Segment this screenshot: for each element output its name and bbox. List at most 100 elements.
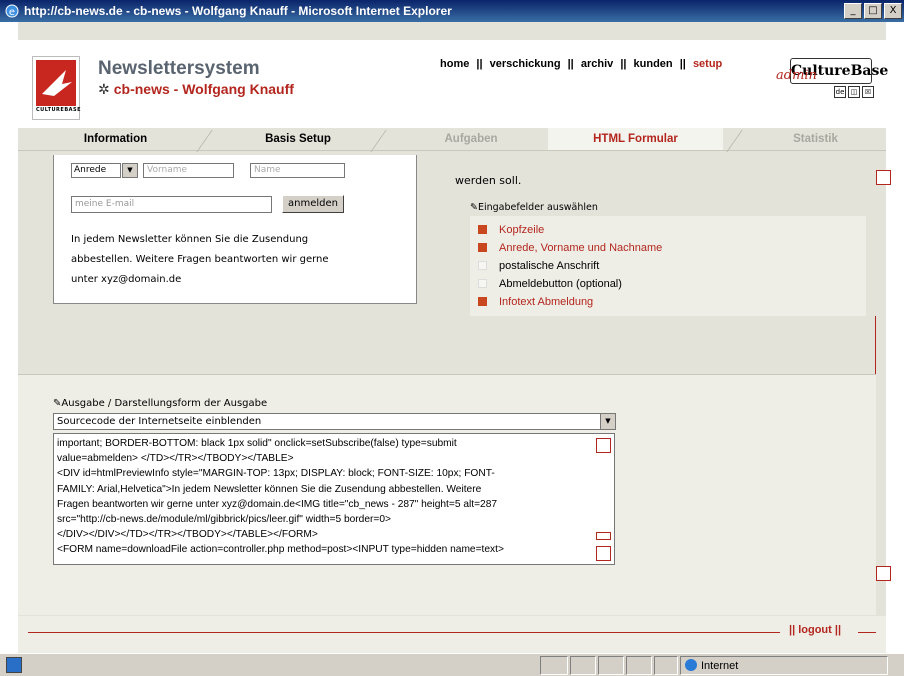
anrede-value: Anrede <box>74 165 107 175</box>
browser-page: CULTUREBASE Newslettersystem ✲ cb-news - … <box>0 22 904 653</box>
window-icon[interactable]: ◫ <box>848 86 860 98</box>
source-line: </DIV></DIV></TD></TR></TBODY></TABLE></… <box>57 529 318 541</box>
option-abmeldebutton[interactable]: Abmeldebutton (optional) <box>478 278 622 290</box>
nav-separator: || <box>679 58 686 70</box>
language-de-button[interactable]: de <box>834 86 846 98</box>
output-mode-select[interactable]: Sourcecode der Internetseite einblenden … <box>53 413 616 430</box>
nav-separator: || <box>620 58 627 70</box>
source-line: Fragen beantworten wir gerne unter xyz@d… <box>57 498 498 510</box>
tab-divider <box>196 130 213 152</box>
option-kopfzeile[interactable]: Kopfzeile <box>478 224 544 236</box>
option-postalische-anschrift[interactable]: postalische Anschrift <box>478 260 599 272</box>
window-title: http://cb-news.de - cb-news - Wolfgang K… <box>24 4 452 18</box>
vorname-field[interactable]: Vorname <box>143 163 234 178</box>
chevron-down-icon[interactable]: ▼ <box>122 163 138 178</box>
name-field[interactable]: Name <box>250 163 345 178</box>
info-line: unter xyz@domain.de <box>71 274 182 285</box>
tab-basis-setup[interactable]: Basis Setup <box>223 128 373 150</box>
checkbox-unchecked[interactable] <box>478 279 487 288</box>
eingabefelder-label: Eingabefelder auswählen <box>477 202 598 213</box>
nav-verschickung[interactable]: verschickung <box>490 58 561 70</box>
culturebase-admin-logo: CultureBase admin de ◫ ☒ <box>776 58 888 104</box>
tab-divider <box>726 130 743 152</box>
zone-label: Internet <box>701 660 739 672</box>
status-bar: Internet <box>0 653 904 676</box>
app-frame: CULTUREBASE Newslettersystem ✲ cb-news - … <box>18 22 891 653</box>
status-cell <box>626 656 652 675</box>
checkbox-checked[interactable] <box>478 297 487 306</box>
anmelden-button[interactable]: anmelden <box>282 195 344 213</box>
checkbox-unchecked[interactable] <box>478 261 487 270</box>
internet-explorer-icon: e <box>5 4 19 18</box>
culturebase-logo[interactable]: CULTUREBASE <box>32 56 82 120</box>
nav-kunden[interactable]: kunden <box>634 58 673 70</box>
scroll-up-marker[interactable] <box>596 438 611 453</box>
anrede-select[interactable]: Anrede ▼ <box>71 163 138 178</box>
info-line: In jedem Newsletter können Sie die Zusen… <box>71 234 309 245</box>
close-button[interactable]: X <box>884 3 902 19</box>
window-title-bar[interactable]: e http://cb-news.de - cb-news - Wolfgang… <box>0 0 904 22</box>
source-code-text: important; BORDER-BOTTOM: black 1px soli… <box>57 436 582 558</box>
maximize-button[interactable]: □ <box>864 3 882 19</box>
scroll-marker[interactable] <box>876 170 891 185</box>
source-line: <FORM name=downloadFile action=controlle… <box>57 544 504 556</box>
info-line: abbestellen. Weitere Fragen beantworten … <box>71 254 329 265</box>
form-preview: Anrede ▼ Vorname Name meine E-mail anmel… <box>53 155 417 304</box>
nav-archiv[interactable]: archiv <box>581 58 613 70</box>
tab-html-formular[interactable]: HTML Formular <box>548 128 723 150</box>
ausgabe-heading: ✎Ausgabe / Darstellungsform der Ausgabe <box>53 398 267 409</box>
scroll-thumb[interactable] <box>596 532 611 540</box>
description-text: werden soll. <box>455 174 522 187</box>
chevron-down-icon[interactable]: ▼ <box>600 414 615 429</box>
ausgabe-label: Ausgabe / Darstellungsform der Ausgabe <box>61 398 268 409</box>
logo-graphic <box>36 60 76 106</box>
eingabefelder-heading: ✎Eingabefelder auswählen <box>470 202 598 213</box>
checkbox-checked[interactable] <box>478 243 487 252</box>
source-line: important; BORDER-BOTTOM: black 1px soli… <box>57 438 457 449</box>
scroll-marker[interactable] <box>876 566 891 581</box>
preview-info-text: In jedem Newsletter können Sie die Zusen… <box>71 230 401 290</box>
account-name: cb-news - Wolfgang Knauff <box>113 81 294 97</box>
star-icon: ✲ <box>98 81 110 97</box>
nav-setup[interactable]: setup <box>693 58 722 70</box>
option-label: Anrede, Vorname und Nachname <box>499 242 663 254</box>
tab-aufgaben[interactable]: Aufgaben <box>396 128 546 150</box>
nav-separator: || <box>476 58 483 70</box>
source-line: value=abmelden> </TD></TR></TBODY></TABL… <box>57 453 294 465</box>
tab-statistik[interactable]: Statistik <box>748 128 883 150</box>
footer-line <box>28 632 780 633</box>
nav-separator: || <box>567 58 574 70</box>
logo-text: CULTUREBASE <box>36 107 82 113</box>
close-icon[interactable]: ☒ <box>862 86 874 98</box>
minimize-button[interactable]: _ <box>844 3 862 19</box>
status-cell <box>540 656 568 675</box>
status-cell <box>598 656 624 675</box>
security-zone[interactable]: Internet <box>680 656 888 675</box>
pencil-icon: ✎ <box>470 202 478 213</box>
nav-home[interactable]: home <box>440 58 469 70</box>
status-cell <box>570 656 596 675</box>
source-line: <DIV id=htmlPreviewInfo style="MARGIN-TO… <box>57 468 495 480</box>
tab-bar: Information Basis Setup Aufgaben HTML Fo… <box>18 128 886 152</box>
app-header: CULTUREBASE Newslettersystem ✲ cb-news - … <box>18 40 888 138</box>
source-line: FAMILY: Arial,Helvetica">In jedem Newsle… <box>57 483 482 495</box>
field-options-panel: Kopfzeile Anrede, Vorname und Nachname p… <box>470 216 866 316</box>
admin-label: admin <box>776 68 817 83</box>
option-infotext[interactable]: Infotext Abmeldung <box>478 296 593 308</box>
bird-icon <box>42 70 72 96</box>
tab-information[interactable]: Information <box>48 128 183 150</box>
option-label: Abmeldebutton (optional) <box>499 278 622 290</box>
footer-line <box>858 632 876 633</box>
logout-link[interactable]: || logout || <box>789 624 841 636</box>
app-subtitle: ✲ cb-news - Wolfgang Knauff <box>98 81 294 98</box>
option-label: Infotext Abmeldung <box>499 296 594 308</box>
scroll-down-marker[interactable] <box>596 546 611 561</box>
globe-icon <box>685 659 697 671</box>
email-field[interactable]: meine E-mail <box>71 196 272 213</box>
source-code-textarea[interactable]: important; BORDER-BOTTOM: black 1px soli… <box>53 433 615 565</box>
status-cell <box>654 656 678 675</box>
top-navigation: home || verschickung || archiv || kunden… <box>440 58 722 70</box>
checkbox-checked[interactable] <box>478 225 487 234</box>
option-label: postalische Anschrift <box>499 260 600 272</box>
option-anrede[interactable]: Anrede, Vorname und Nachname <box>478 242 662 254</box>
